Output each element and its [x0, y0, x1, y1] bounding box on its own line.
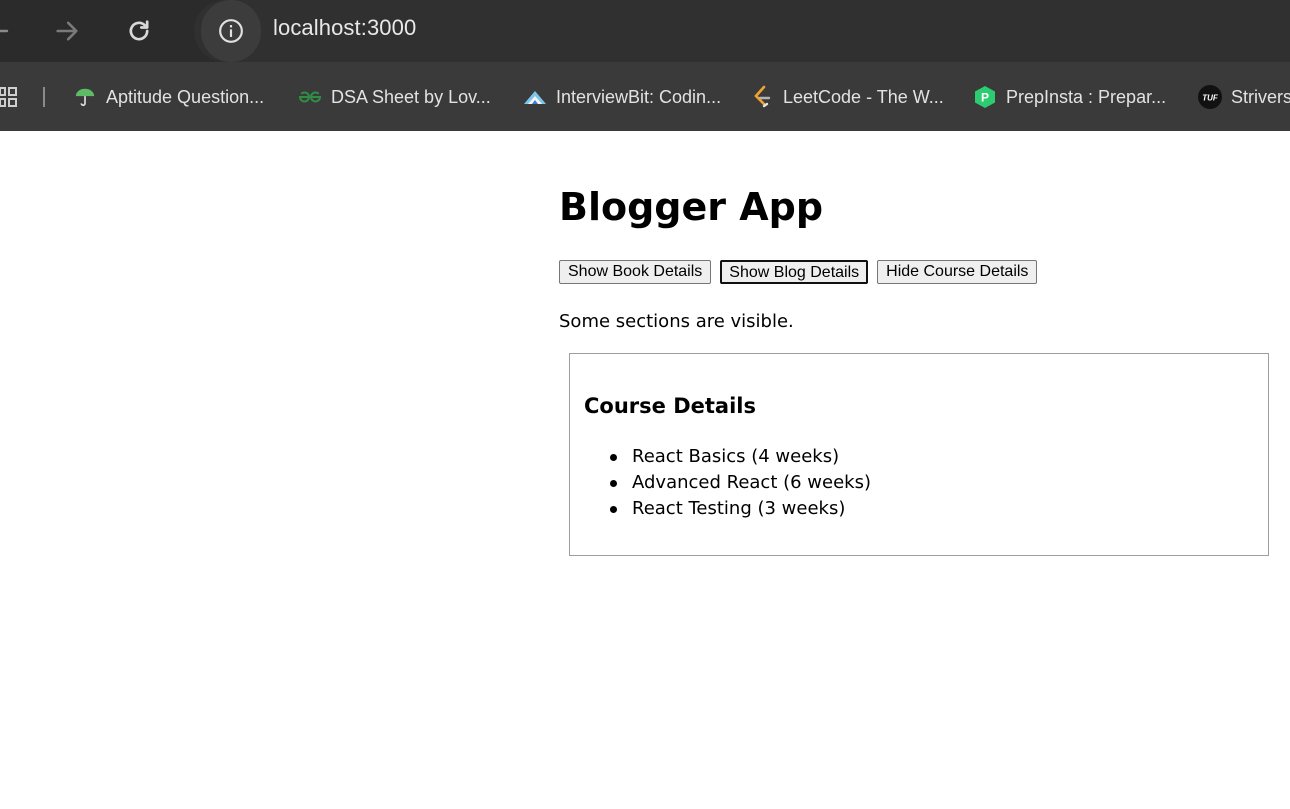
forward-arrow-icon[interactable] [48, 12, 86, 50]
show-book-details-button[interactable]: Show Book Details [559, 260, 712, 284]
svg-text:P: P [981, 91, 989, 105]
bookmark-interviewbit[interactable]: InterviewBit: Codin... [523, 83, 721, 111]
bookmarks-bar: Aptitude Question... DSA Sheet by Lov...… [0, 62, 1290, 131]
course-item: React Basics (4 weeks) [609, 444, 871, 470]
bookmark-label: PrepInsta : Prepar... [1006, 86, 1167, 107]
show-blog-details-button[interactable]: Show Blog Details [720, 260, 869, 284]
visibility-status-text: Some sections are visible. [559, 311, 794, 332]
course-details-heading: Course Details [584, 394, 756, 418]
bookmark-label: InterviewBit: Codin... [556, 86, 722, 107]
bookmarks-separator [43, 87, 45, 107]
leetcode-icon [750, 85, 774, 109]
course-item: Advanced React (6 weeks) [609, 470, 871, 496]
url-text[interactable]: localhost:3000 [273, 15, 416, 41]
bookmark-prepinsta[interactable]: P PrepInsta : Prepar... [973, 83, 1166, 111]
bookmark-label: Strivers [1231, 86, 1290, 107]
reload-icon[interactable] [120, 12, 158, 50]
bookmark-label: Aptitude Question... [106, 86, 265, 107]
hide-course-details-button[interactable]: Hide Course Details [877, 260, 1038, 284]
bookmark-strivers[interactable]: TUF Strivers [1198, 83, 1290, 111]
site-info-icon[interactable] [201, 0, 261, 62]
prepinsta-icon: P [973, 85, 997, 109]
browser-toolbar: localhost:3000 [0, 0, 1290, 62]
bookmark-label: DSA Sheet by Lov... [331, 86, 491, 107]
course-list: React Basics (4 weeks) Advanced React (6… [609, 444, 871, 522]
bookmark-label: LeetCode - The W... [783, 86, 944, 107]
interviewbit-icon [523, 85, 547, 109]
back-arrow-icon[interactable] [0, 12, 18, 50]
svg-text:TUF: TUF [1202, 94, 1219, 103]
bookmark-dsa-sheet[interactable]: DSA Sheet by Lov... [298, 83, 491, 111]
umbrella-icon [73, 85, 97, 109]
page-title: Blogger App [559, 185, 824, 229]
course-item: React Testing (3 weeks) [609, 496, 871, 522]
apps-grid-icon[interactable] [0, 86, 18, 108]
bookmark-aptitude[interactable]: Aptitude Question... [73, 83, 264, 111]
bookmark-leetcode[interactable]: LeetCode - The W... [750, 83, 944, 111]
gfg-icon [298, 85, 322, 109]
tuf-icon: TUF [1198, 85, 1222, 109]
toggle-buttons: Show Book Details Show Blog Details Hide… [559, 260, 1038, 284]
page-content: Blogger App Show Book Details Show Blog … [0, 131, 1290, 809]
course-details-section: Course Details React Basics (4 weeks) Ad… [569, 353, 1269, 556]
